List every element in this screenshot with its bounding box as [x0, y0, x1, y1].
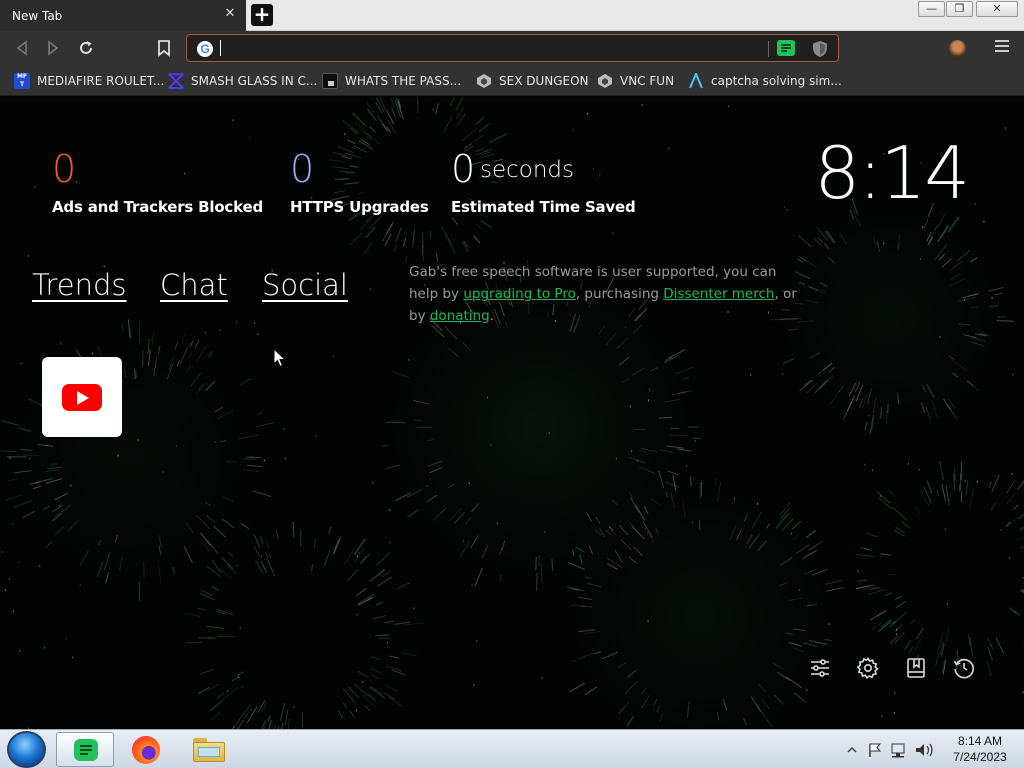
volume-icon[interactable]	[916, 743, 933, 757]
text-cursor	[220, 40, 221, 56]
game-icon	[598, 74, 612, 88]
network-icon[interactable]	[891, 743, 905, 758]
dissenter-extension-icon[interactable]	[777, 40, 795, 56]
start-button[interactable]	[7, 731, 46, 768]
close-window-button[interactable]: ✕	[976, 1, 1018, 17]
dissenter-merch-link[interactable]: Dissenter merch	[663, 286, 774, 302]
new-tab-button[interactable]: +	[251, 4, 273, 26]
donating-link[interactable]: donating	[430, 308, 490, 324]
profile-avatar[interactable]	[949, 40, 966, 57]
taskbar-time: 8:14 AM	[957, 734, 1003, 748]
time-saved-unit: seconds	[480, 157, 575, 183]
game-icon	[477, 74, 491, 88]
clock: 8:14	[814, 131, 970, 215]
taskbar-clock[interactable]: 8:14 AM 7/24/2023	[948, 733, 1012, 765]
https-upgrades-count: 0	[290, 147, 315, 191]
forward-icon[interactable]	[43, 38, 63, 58]
dissenter-icon	[74, 739, 98, 761]
menu-icon[interactable]	[995, 40, 1009, 54]
browser-toolbar: G	[0, 31, 1024, 65]
customize-icon[interactable]	[808, 656, 832, 680]
ads-blocked-count: 0	[52, 147, 77, 191]
bookmark-smash-glass[interactable]: SMASH GLASS IN C...	[168, 71, 317, 91]
social-link[interactable]: Social	[262, 268, 348, 302]
taskbar-dissenter[interactable]	[56, 732, 114, 767]
bookmark-captcha[interactable]: captcha solving sim...	[688, 71, 842, 91]
settings-icon[interactable]	[856, 656, 880, 680]
history-icon[interactable]	[952, 656, 976, 680]
bookmark-sex-dungeon[interactable]: SEX DUNGEON	[476, 71, 589, 91]
mediafire-icon: MF T	[14, 73, 30, 89]
show-hidden-icons-icon[interactable]	[847, 746, 857, 753]
taskbar-file-explorer[interactable]	[180, 732, 238, 767]
reload-icon[interactable]	[76, 38, 96, 58]
google-icon: G	[197, 41, 213, 57]
shield-icon[interactable]	[812, 40, 828, 58]
upgrade-to-pro-link[interactable]: upgrading to Pro	[463, 286, 576, 302]
minimize-button[interactable]: —	[918, 1, 945, 17]
smash-glass-icon	[168, 73, 184, 89]
tab-new-tab[interactable]: New Tab ✕	[0, 0, 246, 31]
bookmarks-bar: MF T MEDIAFIRE ROULET... SMASH GLASS IN C…	[0, 65, 1024, 96]
time-saved-count: 0	[451, 147, 476, 191]
address-bar[interactable]: G	[186, 34, 839, 62]
trends-link[interactable]: Trends	[32, 268, 126, 302]
omnibox-divider	[768, 41, 769, 57]
https-upgrades-label: HTTPS Upgrades	[290, 198, 429, 216]
mouse-cursor-icon	[273, 348, 287, 368]
firefox-icon	[132, 736, 160, 764]
back-icon[interactable]	[12, 38, 32, 58]
new-tab-page: 0 Ads and Trackers Blocked 0 HTTPS Upgra…	[0, 97, 1024, 729]
ads-blocked-label: Ads and Trackers Blocked	[52, 198, 264, 216]
file-explorer-icon	[193, 738, 225, 762]
tab-strip: New Tab ✕ + — ❐ ✕	[0, 0, 1024, 31]
gab-support-message: Gab's free speech software is user suppo…	[409, 264, 797, 324]
time-saved-label: Estimated Time Saved	[451, 198, 636, 216]
taskbar: 8:14 AM 7/24/2023	[0, 729, 1024, 768]
bookmark-vnc-fun[interactable]: VNC FUN	[597, 71, 674, 91]
chat-link[interactable]: Chat	[160, 268, 228, 302]
tab-title: New Tab	[12, 8, 63, 23]
bookmarks-icon[interactable]	[904, 656, 928, 680]
captcha-icon	[689, 73, 703, 89]
taskbar-firefox[interactable]	[118, 732, 176, 767]
taskbar-date: 7/24/2023	[953, 750, 1007, 764]
bookmark-whats-the-pass[interactable]: WHATS THE PASS...	[322, 71, 461, 91]
bookmark-mediafire[interactable]: MF T MEDIAFIRE ROULET...	[14, 71, 164, 91]
lock-site-icon	[322, 73, 338, 89]
youtube-icon	[62, 384, 102, 411]
action-center-flag-icon[interactable]	[869, 743, 882, 757]
restore-button[interactable]: ❐	[946, 1, 973, 17]
top-site-youtube[interactable]	[42, 357, 122, 437]
bookmark-icon[interactable]	[154, 38, 174, 58]
tab-close-icon[interactable]: ✕	[222, 6, 238, 22]
